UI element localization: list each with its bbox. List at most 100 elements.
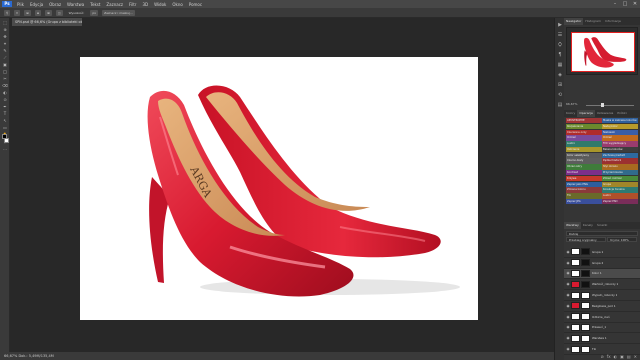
action-button[interactable]: Lustro [602,193,638,199]
marquee-tool-icon[interactable]: ✥ [2,34,8,39]
layer-row[interactable]: ◉ Wartość_roboczy 1 [564,279,640,291]
action-button[interactable]: Zapisz jako PNG [566,181,602,187]
action-button[interactable]: Rozjaśnianie [566,123,602,130]
select-and-mask-button[interactable]: Zaznacz i maskuj... [102,9,135,16]
background-color-swatch[interactable] [4,138,9,143]
intersect-selection-icon[interactable]: ◫ [55,9,63,16]
action-button[interactable]: Ostrzenie [566,146,602,153]
action-button[interactable]: Odcień [602,135,638,141]
history-icon[interactable]: ☰ [557,32,563,38]
link-layers-icon[interactable]: ⊘ [600,354,603,359]
properties-icon[interactable]: ▤ [557,102,563,108]
menu-3d[interactable]: 3D [139,2,151,7]
tab-channels[interactable]: Kanały [581,222,595,229]
action-button[interactable]: Zapisz PSD [602,198,638,205]
healing-tool-icon[interactable]: ✂ [2,76,8,81]
action-button[interactable]: Zmiana koloru [566,187,602,193]
action-button[interactable]: Pędzel historii [602,158,638,164]
action-button[interactable]: Czarno-biały [566,158,602,164]
layer-row[interactable]: ◉ Przesuń_1 [564,323,640,334]
tab-layers[interactable]: Warstwy [564,222,581,229]
artboard-tool-icon[interactable]: ⊕ [2,27,8,32]
tab-actions[interactable]: Operacje [577,110,595,117]
action-button[interactable]: Niebieski [602,129,638,135]
minimize-button[interactable]: – [610,1,620,7]
tab-histogram[interactable]: Histogram [583,18,603,25]
menu-help[interactable]: Pomoc [186,2,205,7]
action-button[interactable]: APOSTROPHE [566,118,602,124]
menu-view[interactable]: Widok [151,2,169,7]
menu-image[interactable]: Obraz [46,2,64,7]
tab-paths[interactable]: Ścieżki [595,222,609,229]
layer-style-icon[interactable]: fx [607,354,611,359]
rotate-icon[interactable]: ⟲ [557,92,563,98]
menu-layer[interactable]: Warstwa [64,2,87,7]
move-tool-icon[interactable]: ⬚ [2,20,8,25]
subtract-selection-icon[interactable]: ⊠ [45,9,52,16]
lasso-tool-icon[interactable]: ⌖ [2,41,8,46]
quick-select-tool-icon[interactable]: ✎ [2,48,8,53]
tool-preset-dropdown[interactable]: ▾ [14,9,21,16]
action-button[interactable]: Nadaj kolor [602,123,638,130]
action-button[interactable]: Zachowaj kształt [602,152,638,159]
action-button[interactable]: Zapisz JPG [566,198,602,205]
zoom-slider-track[interactable] [586,105,634,106]
menu-type[interactable]: Tekst [87,2,103,7]
add-mask-icon[interactable]: ▣ [620,354,624,359]
new-selection-icon[interactable]: ⊞ [24,9,31,16]
add-selection-icon[interactable]: ⊟ [34,9,42,16]
play-icon[interactable]: ▶ [557,22,563,28]
styles-icon[interactable]: ◈ [557,72,563,78]
new-layer-icon[interactable]: ▤ [627,354,631,359]
layer-filter-select[interactable]: Rodzaj [566,231,638,236]
action-button[interactable]: Zmień rozmiar [602,175,638,182]
layer-mask-thumbnail[interactable] [581,334,590,342]
pen-tool-icon[interactable]: ✒ [2,104,8,109]
action-button[interactable]: Krzywe [566,175,602,182]
action-button[interactable]: Odcień [566,135,602,141]
menu-file[interactable]: Plik [14,2,27,7]
layer-row[interactable]: ◉ Grupa 2 [564,258,640,269]
layer-mask-thumbnail[interactable] [581,248,590,256]
menu-window[interactable]: Okno [169,2,185,7]
type-tool-icon[interactable]: T [2,111,8,116]
opacity-field[interactable]: Krycie: 100% [607,237,638,242]
action-button[interactable]: Kolor selektywny [566,152,602,159]
layer-row[interactable]: ◉ Grupa 1 [564,247,640,258]
action-button[interactable]: Obraz ostry [566,164,602,170]
layer-mask-thumbnail[interactable] [581,313,590,321]
action-button[interactable]: Korekcja tonalna [602,187,638,193]
adjustment-layer-icon[interactable]: ◐ [614,354,618,359]
layer-mask-thumbnail[interactable] [581,259,590,267]
layer-row[interactable]: ◉ Odbicie_cień [564,312,640,323]
menu-select[interactable]: Zaznacz [103,2,126,7]
zoom-slider-handle[interactable] [601,103,604,107]
menu-filter[interactable]: Filtr [126,2,139,7]
menu-edit[interactable]: Edycja [27,2,46,7]
layer-row[interactable]: ◉ Kolor 1 [564,268,640,280]
action-button[interactable]: Styl obrazu [602,164,638,170]
tab-colors[interactable]: Kolory [564,110,577,117]
action-button[interactable]: Grupa [602,181,638,187]
layer-mask-thumbnail[interactable] [581,269,590,277]
layer-row[interactable]: ◉ Wypełn_roboczy 1 [564,290,640,301]
layer-mask-thumbnail[interactable] [581,302,590,310]
layer-row[interactable]: ◉ Warstwa 1 [564,333,640,345]
tool-preset-icon[interactable]: ⚲ [4,9,11,16]
action-button[interactable]: Lustro [566,141,602,147]
layer-mask-thumbnail[interactable] [581,323,590,331]
settings-icon[interactable]: ⛭ [557,42,563,48]
tab-swatches[interactable]: Próbki [615,110,628,117]
action-button[interactable]: Kontrast [566,170,602,176]
navigator-view-box[interactable] [571,32,635,72]
libraries-icon[interactable]: ⊞ [557,82,563,88]
close-button[interactable]: ✕ [630,1,640,7]
shape-tool-icon[interactable]: ▭ [2,125,8,130]
layer-mask-thumbnail[interactable] [581,291,590,299]
layer-row[interactable]: ◉ Bezgłowie_pod 1 [564,301,640,312]
blend-mode-select[interactable]: Przebieg oryginalny [566,237,606,242]
document-tab[interactable]: SPN.psd @ 66,6% (Grupa z biblioteki obie… [12,18,82,26]
action-button[interactable]: Filtr wygładzający [602,141,638,147]
swatches-icon[interactable]: ▦ [557,62,563,68]
history-brush-tool-icon[interactable]: ⊙ [2,97,8,102]
